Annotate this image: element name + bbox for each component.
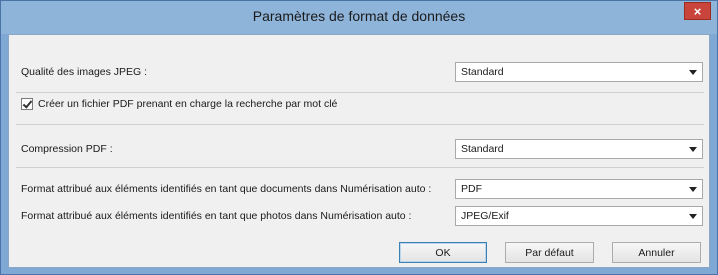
jpeg-quality-value: Standard — [461, 66, 504, 78]
checkmark-icon — [22, 98, 33, 109]
auto-scan-documents-select[interactable]: PDF — [455, 179, 703, 199]
close-icon: × — [693, 3, 702, 19]
dialog-window: Paramètres de format de données × Qualit… — [0, 0, 718, 275]
divider — [16, 167, 704, 168]
jpeg-quality-label: Qualité des images JPEG : — [21, 66, 148, 78]
chevron-down-icon — [689, 187, 697, 192]
title-bar: Paramètres de format de données × — [1, 1, 717, 34]
searchable-pdf-label[interactable]: Créer un fichier PDF prenant en charge l… — [38, 98, 337, 110]
cancel-button[interactable]: Annuler — [612, 242, 701, 263]
jpeg-quality-select[interactable]: Standard — [455, 62, 703, 82]
dialog-content: Qualité des images JPEG : Standard Créer… — [8, 34, 710, 268]
auto-scan-photos-select[interactable]: JPEG/Exif — [455, 206, 703, 226]
chevron-down-icon — [689, 214, 697, 219]
auto-scan-photos-label: Format attribué aux éléments identifiés … — [21, 210, 412, 222]
ok-button[interactable]: OK — [399, 242, 487, 263]
pdf-compression-value: Standard — [461, 143, 504, 155]
searchable-pdf-checkbox[interactable] — [21, 98, 33, 110]
auto-scan-photos-value: JPEG/Exif — [461, 210, 509, 222]
divider — [16, 92, 704, 93]
close-button[interactable]: × — [684, 2, 711, 20]
pdf-compression-label: Compression PDF : — [21, 143, 113, 155]
chevron-down-icon — [689, 147, 697, 152]
chevron-down-icon — [689, 70, 697, 75]
dialog-title: Paramètres de format de données — [252, 8, 466, 24]
pdf-compression-select[interactable]: Standard — [455, 139, 703, 159]
defaults-button[interactable]: Par défaut — [505, 242, 594, 263]
auto-scan-documents-value: PDF — [461, 183, 482, 195]
auto-scan-documents-label: Format attribué aux éléments identifiés … — [21, 183, 432, 195]
divider — [16, 124, 704, 125]
